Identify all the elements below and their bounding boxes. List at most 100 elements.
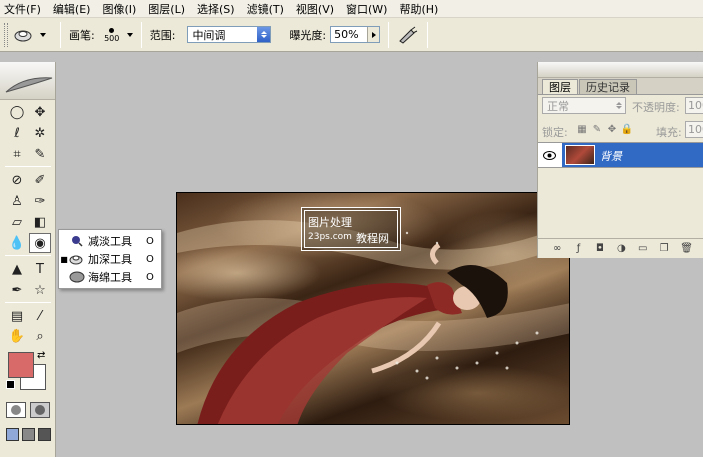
tab-layers[interactable]: 图层: [542, 79, 578, 94]
toolbox-separator: [5, 302, 51, 303]
chevron-right-icon: [371, 31, 376, 38]
menu-help[interactable]: 帮助(H): [399, 1, 438, 17]
airbrush-icon[interactable]: [397, 26, 419, 44]
brush-picker[interactable]: 500: [101, 26, 123, 43]
menu-image[interactable]: 图像(I): [102, 1, 136, 17]
flyout-item-burn[interactable]: ■ 加深工具 O: [59, 250, 163, 268]
burn-tool-icon: [69, 252, 85, 266]
flyout-shortcut: O: [146, 235, 154, 247]
swap-colors-icon[interactable]: ⇄: [37, 350, 45, 361]
lock-all-icon[interactable]: 🔒: [621, 123, 633, 135]
brush-label: 画笔:: [69, 28, 95, 42]
eraser-tool-icon[interactable]: ▱: [6, 212, 28, 232]
clone-stamp-icon[interactable]: ♙: [6, 191, 28, 211]
brush-tool-icon[interactable]: ✐: [29, 170, 51, 190]
flyout-label: 加深工具: [88, 253, 132, 266]
new-group-icon[interactable]: ▭: [638, 243, 648, 255]
screen-mode-standard-icon[interactable]: [6, 428, 19, 441]
layer-style-icon[interactable]: ƒ: [573, 243, 583, 255]
gradient-tool-icon[interactable]: ◧: [29, 212, 51, 232]
tool-preset-picker[interactable]: [14, 24, 52, 46]
adjustment-layer-icon[interactable]: ◑: [616, 243, 626, 255]
lock-transparency-icon[interactable]: ▦: [576, 123, 588, 135]
crop-tool-icon[interactable]: ⌗: [6, 144, 28, 164]
standard-mode-icon[interactable]: [6, 402, 26, 418]
default-colors-icon[interactable]: [6, 380, 15, 389]
flyout-label: 减淡工具: [88, 235, 132, 248]
toolbox-separator: [5, 166, 51, 167]
layer-row[interactable]: 背景: [538, 142, 703, 168]
blur-tool-icon[interactable]: 💧: [6, 233, 28, 253]
brush-dropdown-icon[interactable]: [126, 32, 133, 37]
foreground-color-swatch[interactable]: [8, 352, 34, 378]
flyout-item-dodge[interactable]: 减淡工具 O: [59, 232, 163, 250]
trash-icon[interactable]: 🗑: [680, 243, 693, 255]
slice-tool-icon[interactable]: ✎: [29, 144, 51, 164]
blend-mode-select[interactable]: 正常: [542, 97, 626, 114]
lock-label: 锁定:: [542, 126, 568, 139]
flyout-label: 海绵工具: [88, 271, 132, 284]
zoom-tool-icon[interactable]: ⌕: [29, 326, 51, 346]
layer-mask-icon[interactable]: ◘: [595, 243, 605, 255]
flyout-item-sponge[interactable]: 海绵工具 O: [59, 268, 163, 286]
magic-wand-icon[interactable]: ✲: [29, 123, 51, 143]
watermark-title: 图片处理: [308, 216, 352, 229]
fill-input[interactable]: 100: [685, 121, 703, 138]
options-separator: [388, 21, 390, 48]
healing-brush-icon[interactable]: ⊘: [6, 170, 28, 190]
menu-view[interactable]: 视图(V): [296, 1, 334, 17]
burn-tool-icon: [14, 30, 32, 41]
menu-edit[interactable]: 编辑(E): [53, 1, 91, 17]
lock-position-icon[interactable]: ✥: [606, 123, 618, 135]
exposure-input[interactable]: 50%: [330, 26, 381, 43]
select-spinner-icon: [613, 99, 624, 112]
dodge-burn-tool-icon[interactable]: ◉: [29, 233, 51, 253]
screen-mode-full-icon[interactable]: [38, 428, 51, 441]
menu-window[interactable]: 窗口(W): [346, 1, 387, 17]
type-tool-icon[interactable]: T: [29, 259, 51, 279]
panel-footer: ∞ ƒ ◘ ◑ ▭ ❐ 🗑: [538, 238, 703, 258]
path-select-icon[interactable]: ▲: [6, 259, 28, 279]
watermark: 图片处理 23ps.com 教程网: [301, 207, 401, 251]
flyout-shortcut: O: [146, 271, 154, 283]
eye-icon[interactable]: [542, 149, 556, 161]
move-tool-icon[interactable]: ✥: [29, 102, 51, 122]
feather-logo-icon: [5, 77, 53, 93]
tab-history[interactable]: 历史记录: [579, 79, 637, 94]
menu-select[interactable]: 选择(S): [197, 1, 235, 17]
hand-tool-icon[interactable]: ✋: [6, 326, 28, 346]
quick-mask-icon[interactable]: [30, 402, 50, 418]
opacity-input[interactable]: 100: [685, 97, 703, 114]
exposure-slider-button[interactable]: [367, 27, 380, 42]
options-separator: [140, 21, 142, 48]
new-layer-icon[interactable]: ❐: [659, 243, 669, 255]
toolbox: ◯ ✥ ℓ ✲ ⌗ ✎ ⊘ ✐ ♙ ✑ ▱ ◧ 💧 ◉ ▲ T ✒ ☆ ▤ ⁄ …: [0, 62, 56, 457]
notes-tool-icon[interactable]: ▤: [6, 306, 28, 326]
marquee-tool-icon[interactable]: ◯: [6, 102, 28, 122]
chevron-down-icon: [40, 32, 46, 37]
brush-tip-icon: [109, 28, 115, 33]
document-canvas[interactable]: 图片处理 23ps.com 教程网: [176, 192, 570, 425]
menu-file[interactable]: 文件(F): [4, 1, 41, 17]
brush-size: 500: [104, 34, 120, 43]
screen-mode-menu-icon[interactable]: [22, 428, 35, 441]
panel-titlebar[interactable]: [538, 62, 703, 78]
layer-selected[interactable]: 背景: [562, 143, 703, 167]
pen-tool-icon[interactable]: ✒: [6, 280, 28, 300]
options-grip[interactable]: [4, 22, 8, 47]
shape-tool-icon[interactable]: ☆: [29, 280, 51, 300]
lock-pixels-icon[interactable]: ✎: [591, 123, 603, 135]
range-select[interactable]: 中间调: [187, 26, 272, 43]
menu-layer[interactable]: 图层(L): [148, 1, 185, 17]
blend-mode-value: 正常: [547, 99, 569, 113]
menu-filter[interactable]: 滤镜(T): [247, 1, 284, 17]
link-layers-icon[interactable]: ∞: [552, 243, 562, 255]
history-brush-icon[interactable]: ✑: [29, 191, 51, 211]
select-spinner-icon: [257, 27, 271, 42]
fill-label: 填充:: [656, 126, 682, 139]
eyedropper-icon[interactable]: ⁄: [29, 306, 51, 326]
tool-flyout-menu: 减淡工具 O ■ 加深工具 O 海绵工具 O: [58, 229, 162, 289]
options-bar: 画笔: 500 范围: 中间调 曝光度: 50%: [0, 18, 703, 52]
lasso-tool-icon[interactable]: ℓ: [6, 123, 28, 143]
toolbox-header[interactable]: [0, 62, 55, 100]
